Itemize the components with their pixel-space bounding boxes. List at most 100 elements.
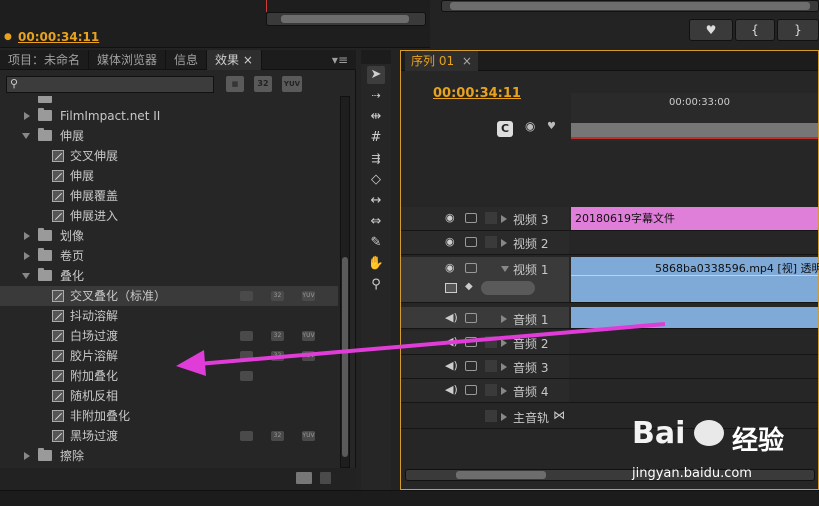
chevron-right-icon[interactable] [24, 112, 30, 120]
track-name: 主音轨 [513, 411, 550, 425]
zoom-tool-icon[interactable]: ⚲ [367, 276, 385, 294]
track-content[interactable] [571, 231, 818, 254]
yuv-filter-button[interactable]: YUV [282, 76, 302, 92]
effects-footer [0, 468, 356, 490]
chevron-right-icon[interactable] [24, 452, 30, 460]
sync-lock-icon[interactable] [465, 263, 477, 273]
slide-tool-icon[interactable]: ⇔ [367, 213, 385, 231]
tab-info[interactable]: 信息 [166, 50, 208, 70]
mark-out-button[interactable]: } [777, 19, 819, 41]
keyframe-display-icon[interactable] [445, 283, 457, 293]
32bit-filter-button[interactable]: 32 [254, 76, 272, 92]
marker-flag-icon[interactable]: ♥ [547, 121, 556, 132]
add-marker-button[interactable]: ♥ [689, 19, 733, 41]
tree-effect[interactable]: 交叉叠化（标准） 32 YUV [0, 286, 338, 306]
program-monitor-strip: ♥ { } [433, 0, 819, 48]
track-content[interactable] [571, 379, 818, 402]
tree-folder[interactable]: FilmImpact.net II [0, 106, 338, 126]
chevron-right-icon[interactable] [501, 215, 507, 223]
slip-tool-icon[interactable]: ↔ [367, 192, 385, 210]
track-header[interactable]: ◉ 视频 2 [401, 231, 569, 254]
chevron-right-icon[interactable] [501, 239, 507, 247]
delete-icon[interactable] [320, 472, 331, 484]
track-header[interactable]: 主音轨 ⋈ [401, 405, 569, 428]
tree-folder[interactable]: 叠化 [0, 266, 338, 286]
eye-icon[interactable]: ◉ [445, 261, 455, 274]
eye-icon[interactable]: ◉ [445, 211, 455, 224]
track-lock-icon[interactable] [485, 212, 497, 224]
panel-menu-icon[interactable]: ▾≡ [324, 50, 356, 70]
tab-media-browser[interactable]: 媒体浏览器 [89, 50, 167, 70]
rolling-edit-tool-icon[interactable]: # [367, 129, 385, 147]
snap-icon[interactable]: C [497, 121, 513, 137]
chevron-down-icon[interactable] [22, 273, 30, 279]
track-header[interactable]: ◉ 视频 1 ◆ [401, 257, 569, 302]
track-lock-icon[interactable] [485, 384, 497, 396]
track-lock-icon[interactable] [485, 236, 497, 248]
tab-effects[interactable]: 效果 × [207, 50, 262, 70]
chevron-right-icon[interactable] [24, 232, 30, 240]
mark-in-button[interactable]: { [735, 19, 775, 41]
keyframe-icon[interactable]: ◆ [465, 281, 473, 292]
tree-effect[interactable]: 伸展覆盖 [0, 186, 338, 206]
chevron-right-icon[interactable] [24, 252, 30, 260]
track-lock-icon[interactable] [485, 410, 497, 422]
tree-folder[interactable]: 擦除 [0, 446, 338, 466]
tree-effect[interactable]: 黑场过渡 32 YUV [0, 426, 338, 446]
razor-tool-icon[interactable]: ◇ [367, 171, 385, 189]
eye-icon[interactable]: ◉ [445, 235, 455, 248]
source-zoom-scrollbar[interactable] [266, 12, 426, 26]
sync-lock-icon[interactable] [465, 237, 477, 247]
keyframe-nav-control[interactable] [481, 281, 535, 295]
scrollbar-thumb[interactable] [281, 15, 409, 23]
add-marker-icon[interactable]: ◉ [525, 119, 535, 133]
tree-folder[interactable]: 划像 [0, 226, 338, 246]
tab-sequence[interactable]: 序列 01 × [405, 51, 478, 71]
tree-effect[interactable]: 伸展 [0, 166, 338, 186]
program-zoom-scrollbar[interactable] [441, 0, 819, 12]
source-timecode[interactable]: 00:00:34:11 [18, 30, 99, 44]
chevron-down-icon[interactable] [501, 266, 509, 272]
track-content[interactable]: 20180619字幕文件 [571, 207, 818, 230]
close-icon[interactable]: × [243, 53, 253, 67]
master-keyframe-icon[interactable]: ⋈ [553, 408, 565, 422]
tree-effect[interactable]: 伸展进入 [0, 206, 338, 226]
track-header[interactable]: ◉ 视频 3 [401, 207, 569, 230]
tree-effect[interactable]: 随机反相 [0, 386, 338, 406]
sync-lock-icon[interactable] [465, 213, 477, 223]
selection-tool-icon[interactable]: ➤ [367, 66, 385, 84]
effects-scrollbar[interactable] [340, 96, 350, 468]
clip-label[interactable]: 5868ba0338596.mp4 [视] 透明度 [655, 260, 819, 276]
work-area-bar[interactable] [571, 123, 818, 137]
paw-icon [694, 420, 724, 446]
accelerated-effects-filter-button[interactable]: ▦ [226, 76, 244, 92]
tree-label: 非附加叠化 [70, 409, 131, 423]
clip-label[interactable]: 20180619字幕文件 [575, 210, 675, 226]
chevron-right-icon[interactable] [501, 413, 507, 421]
chevron-down-icon[interactable] [22, 133, 30, 139]
rate-stretch-tool-icon[interactable]: ⇶ [367, 150, 385, 168]
track-header[interactable]: ◀) 音频 4 [401, 379, 569, 402]
tree-effect[interactable]: 交叉伸展 [0, 146, 338, 166]
pen-tool-icon[interactable]: ✎ [367, 234, 385, 252]
chevron-right-icon[interactable] [501, 387, 507, 395]
scrollbar-thumb[interactable] [456, 471, 546, 479]
timeline-timecode[interactable]: 00:00:34:11 [433, 86, 521, 101]
track-lock-icon[interactable] [485, 262, 497, 274]
effects-search-input[interactable]: ⚲ [6, 76, 214, 93]
opacity-line[interactable] [571, 275, 818, 276]
track-select-tool-icon[interactable]: ⇢ [367, 87, 385, 105]
tree-folder[interactable]: 卷页 [0, 246, 338, 266]
sync-lock-icon[interactable] [465, 385, 477, 395]
scrollbar-thumb[interactable] [450, 2, 810, 10]
track-content[interactable]: 5868ba0338596.mp4 [视] 透明度 [571, 257, 819, 302]
close-icon[interactable]: × [462, 54, 472, 68]
hand-tool-icon[interactable]: ✋ [367, 255, 385, 273]
speaker-icon[interactable]: ◀) [445, 383, 458, 396]
time-ruler[interactable]: 00:00:33:00 [571, 93, 818, 141]
ripple-edit-tool-icon[interactable]: ⇹ [367, 108, 385, 126]
new-bin-icon[interactable] [296, 472, 312, 484]
tree-folder[interactable]: 伸展 [0, 126, 338, 146]
tab-project[interactable]: 项目：未命名 [0, 50, 90, 70]
tree-effect[interactable]: 非附加叠化 [0, 406, 338, 426]
